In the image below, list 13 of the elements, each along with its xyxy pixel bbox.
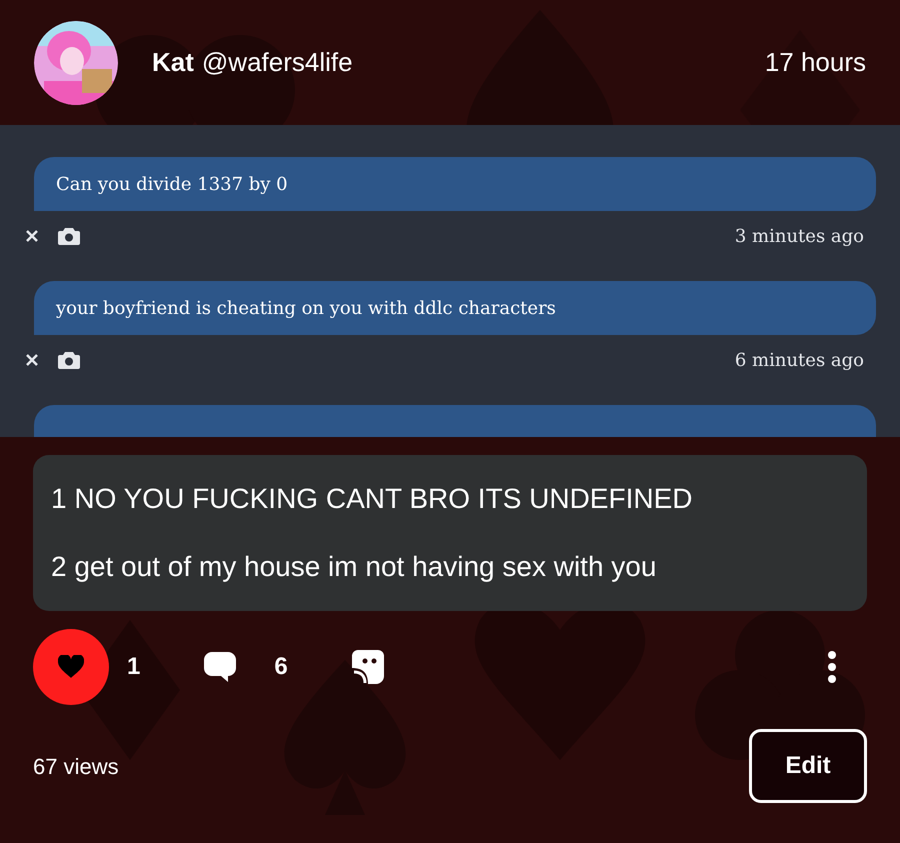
answer-text: 2 get out of my house im not having sex with you [51,550,658,584]
message-time: 6 minutes ago [734,348,864,372]
view-count: 67 views [33,752,119,780]
answer-text: 1 NO YOU FUCKING CANT BRO ITS UNDEFINED [51,482,694,516]
message-text: Can you divide 1337 by 0 [56,172,288,196]
author-handle[interactable]: @wafers4life [202,43,353,82]
like-count: 1 [127,652,140,682]
message-text: your boyfriend is cheating on you with ddlc characters [56,296,556,320]
post-time: 17 hours [764,46,866,79]
comment-count: 6 [274,652,288,682]
message-time: 3 minutes ago [734,224,864,248]
author-name[interactable]: Kat [152,43,194,82]
edit-button[interactable]: Edit [749,729,867,803]
